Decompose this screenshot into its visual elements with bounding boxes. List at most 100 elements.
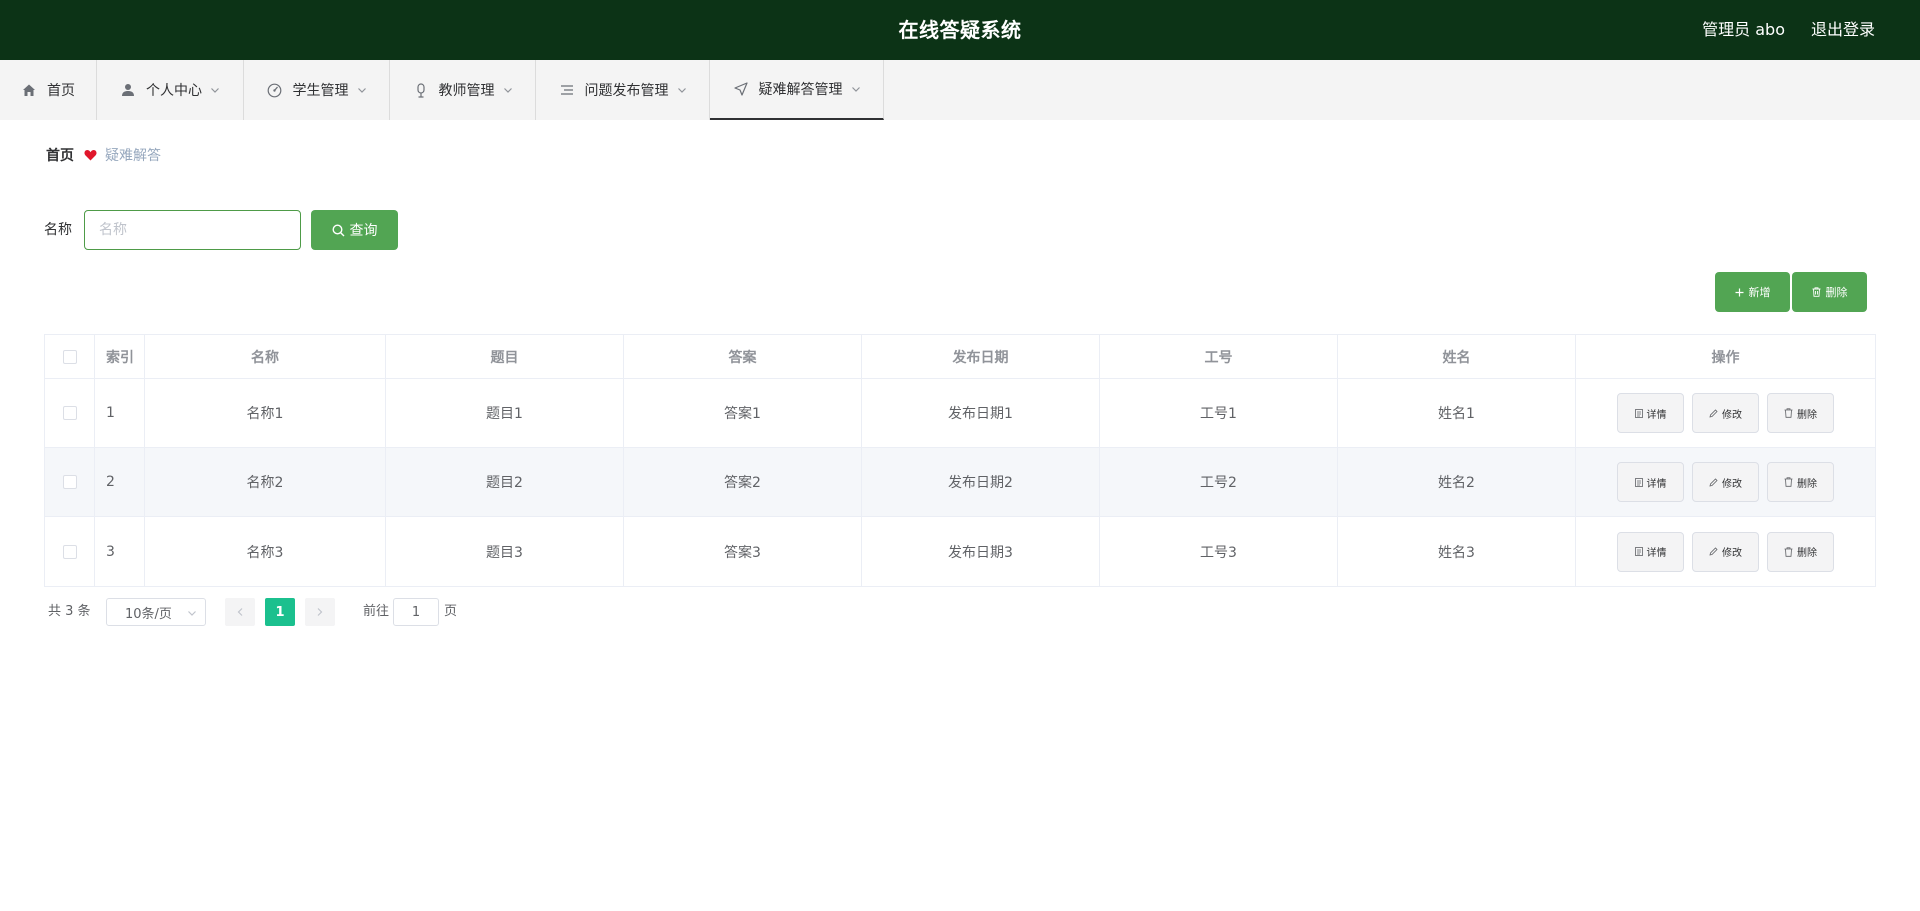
- cell-actions: 详情 修改 删除: [1576, 448, 1875, 516]
- cell-index: 2: [95, 448, 145, 516]
- goto-label: 前往: [363, 604, 390, 619]
- table-row: 2 名称2 题目2 答案2 发布日期2 工号2 姓名2 详情 修改 删除: [45, 448, 1875, 517]
- edit-icon: [1709, 477, 1718, 487]
- breadcrumb-current: 疑难解答: [105, 148, 161, 164]
- edit-label: 修改: [1722, 409, 1742, 421]
- nav-item-home[interactable]: 首页: [0, 60, 97, 120]
- table-row: 1 名称1 题目1 答案1 发布日期1 工号1 姓名1 详情 修改 删除: [45, 379, 1875, 448]
- goto-page-input[interactable]: [393, 598, 439, 626]
- chevron-down-icon: [503, 88, 512, 93]
- column-header: 发布日期: [862, 335, 1100, 378]
- pagination: 共 3 条 10条/页 1 前往 页: [24, 598, 724, 626]
- row-checkbox[interactable]: [62, 475, 77, 489]
- nav-item-answer-manage[interactable]: 疑难解答管理: [710, 60, 884, 120]
- cell-date: 发布日期1: [862, 379, 1100, 447]
- chevron-right-icon: [317, 608, 323, 616]
- column-header: 名称: [145, 335, 386, 378]
- select-all-cell: [45, 335, 95, 378]
- delete-button[interactable]: 删除: [1767, 393, 1834, 433]
- breadcrumb-home[interactable]: 首页: [46, 145, 74, 165]
- detail-button[interactable]: 详情: [1617, 393, 1684, 433]
- trash-icon: [1784, 477, 1793, 487]
- nav-item-personal[interactable]: 个人中心: [97, 60, 244, 120]
- edit-button[interactable]: 修改: [1692, 531, 1759, 572]
- delete-label: 删除: [1797, 409, 1817, 421]
- search-input[interactable]: [84, 210, 301, 250]
- row-select-cell: [45, 379, 95, 447]
- row-checkbox[interactable]: [62, 544, 77, 559]
- edit-button[interactable]: 修改: [1692, 393, 1759, 433]
- cell-name: 名称3: [145, 517, 386, 586]
- nav-item-label: 首页: [47, 83, 75, 99]
- cell-actions: 详情 修改 删除: [1576, 517, 1875, 586]
- delete-button[interactable]: 删除: [1767, 462, 1834, 502]
- top-header: 在线答疑系统 管理员 abo 退出登录: [0, 0, 1920, 60]
- cell-index: 3: [95, 517, 145, 586]
- page-size-select[interactable]: 10条/页: [106, 598, 206, 626]
- edit-button[interactable]: 修改: [1692, 462, 1759, 502]
- list-icon: [559, 82, 575, 98]
- chevron-left-icon: [237, 608, 243, 616]
- nav-item-question-publish[interactable]: 问题发布管理: [536, 60, 710, 120]
- current-user: 管理员 abo: [1702, 20, 1785, 39]
- breadcrumb: 首页 疑难解答: [24, 130, 1896, 180]
- edit-label: 修改: [1722, 478, 1742, 490]
- document-icon: [1634, 547, 1643, 556]
- column-header: 操作: [1711, 349, 1740, 366]
- document-icon: [1634, 477, 1643, 487]
- delete-button[interactable]: 删除: [1767, 531, 1834, 572]
- detail-button[interactable]: 详情: [1617, 462, 1684, 502]
- cell-question: 题目2: [386, 448, 624, 516]
- edit-icon: [1709, 408, 1718, 418]
- chevron-down-icon: [188, 611, 196, 616]
- chevron-down-icon: [211, 88, 219, 93]
- search-button[interactable]: 查询: [311, 210, 398, 250]
- cell-date: 发布日期2: [862, 448, 1100, 516]
- cell-id: 工号3: [1100, 517, 1338, 586]
- send-icon: [733, 81, 749, 97]
- cell-person: 姓名2: [1338, 448, 1576, 516]
- trash-icon: [1784, 546, 1793, 557]
- nav-item-teachers[interactable]: 教师管理: [390, 60, 536, 120]
- prev-page-button[interactable]: [225, 598, 255, 626]
- nav-item-label: 教师管理: [438, 83, 495, 99]
- plus-icon: [1735, 288, 1743, 296]
- cell-id: 工号2: [1100, 448, 1338, 516]
- row-checkbox[interactable]: [62, 406, 77, 420]
- cell-name: 名称1: [145, 379, 386, 447]
- batch-delete-button-label: 删除: [1825, 286, 1848, 299]
- page-number-1[interactable]: 1: [265, 598, 295, 626]
- cell-question: 题目3: [386, 517, 624, 586]
- column-header: 索引: [95, 335, 145, 378]
- heart-icon: [84, 149, 97, 161]
- column-header: 姓名: [1338, 335, 1576, 378]
- delete-label: 删除: [1797, 478, 1817, 490]
- nav-item-label: 问题发布管理: [584, 83, 669, 99]
- select-all-checkbox[interactable]: [62, 349, 77, 364]
- table-header-row: 索引 名称 题目 答案 发布日期 工号 姓名 操作: [45, 335, 1875, 379]
- detail-label: 详情: [1646, 548, 1667, 559]
- document-icon: [1634, 408, 1643, 418]
- logout-button[interactable]: 退出登录: [1811, 0, 1875, 60]
- cell-person: 姓名1: [1338, 379, 1576, 447]
- cell-answer: 答案3: [624, 517, 862, 586]
- page-size-value: 10条/页: [125, 606, 172, 622]
- nav-item-label: 疑难解答管理: [758, 82, 843, 98]
- chevron-down-icon: [851, 87, 860, 92]
- cell-actions: 详情 修改 删除: [1576, 379, 1875, 447]
- add-button[interactable]: 新增: [1715, 272, 1790, 312]
- top-nav: 首页 个人中心 学生管理 教师管理 问题发布管理 疑难解答管理: [0, 60, 1920, 120]
- home-icon: [21, 82, 37, 98]
- gauge-icon: [267, 82, 283, 98]
- app-title: 在线答疑系统: [898, 18, 1022, 42]
- batch-delete-button[interactable]: 删除: [1792, 272, 1867, 312]
- column-header: 题目: [386, 335, 624, 378]
- search-icon: [331, 223, 344, 236]
- next-page-button[interactable]: [305, 598, 335, 626]
- cell-person: 姓名3: [1338, 517, 1576, 586]
- detail-button[interactable]: 详情: [1617, 531, 1684, 572]
- detail-label: 详情: [1646, 409, 1667, 421]
- nav-item-students[interactable]: 学生管理: [244, 60, 390, 120]
- row-select-cell: [45, 517, 95, 586]
- cell-question: 题目1: [386, 379, 624, 447]
